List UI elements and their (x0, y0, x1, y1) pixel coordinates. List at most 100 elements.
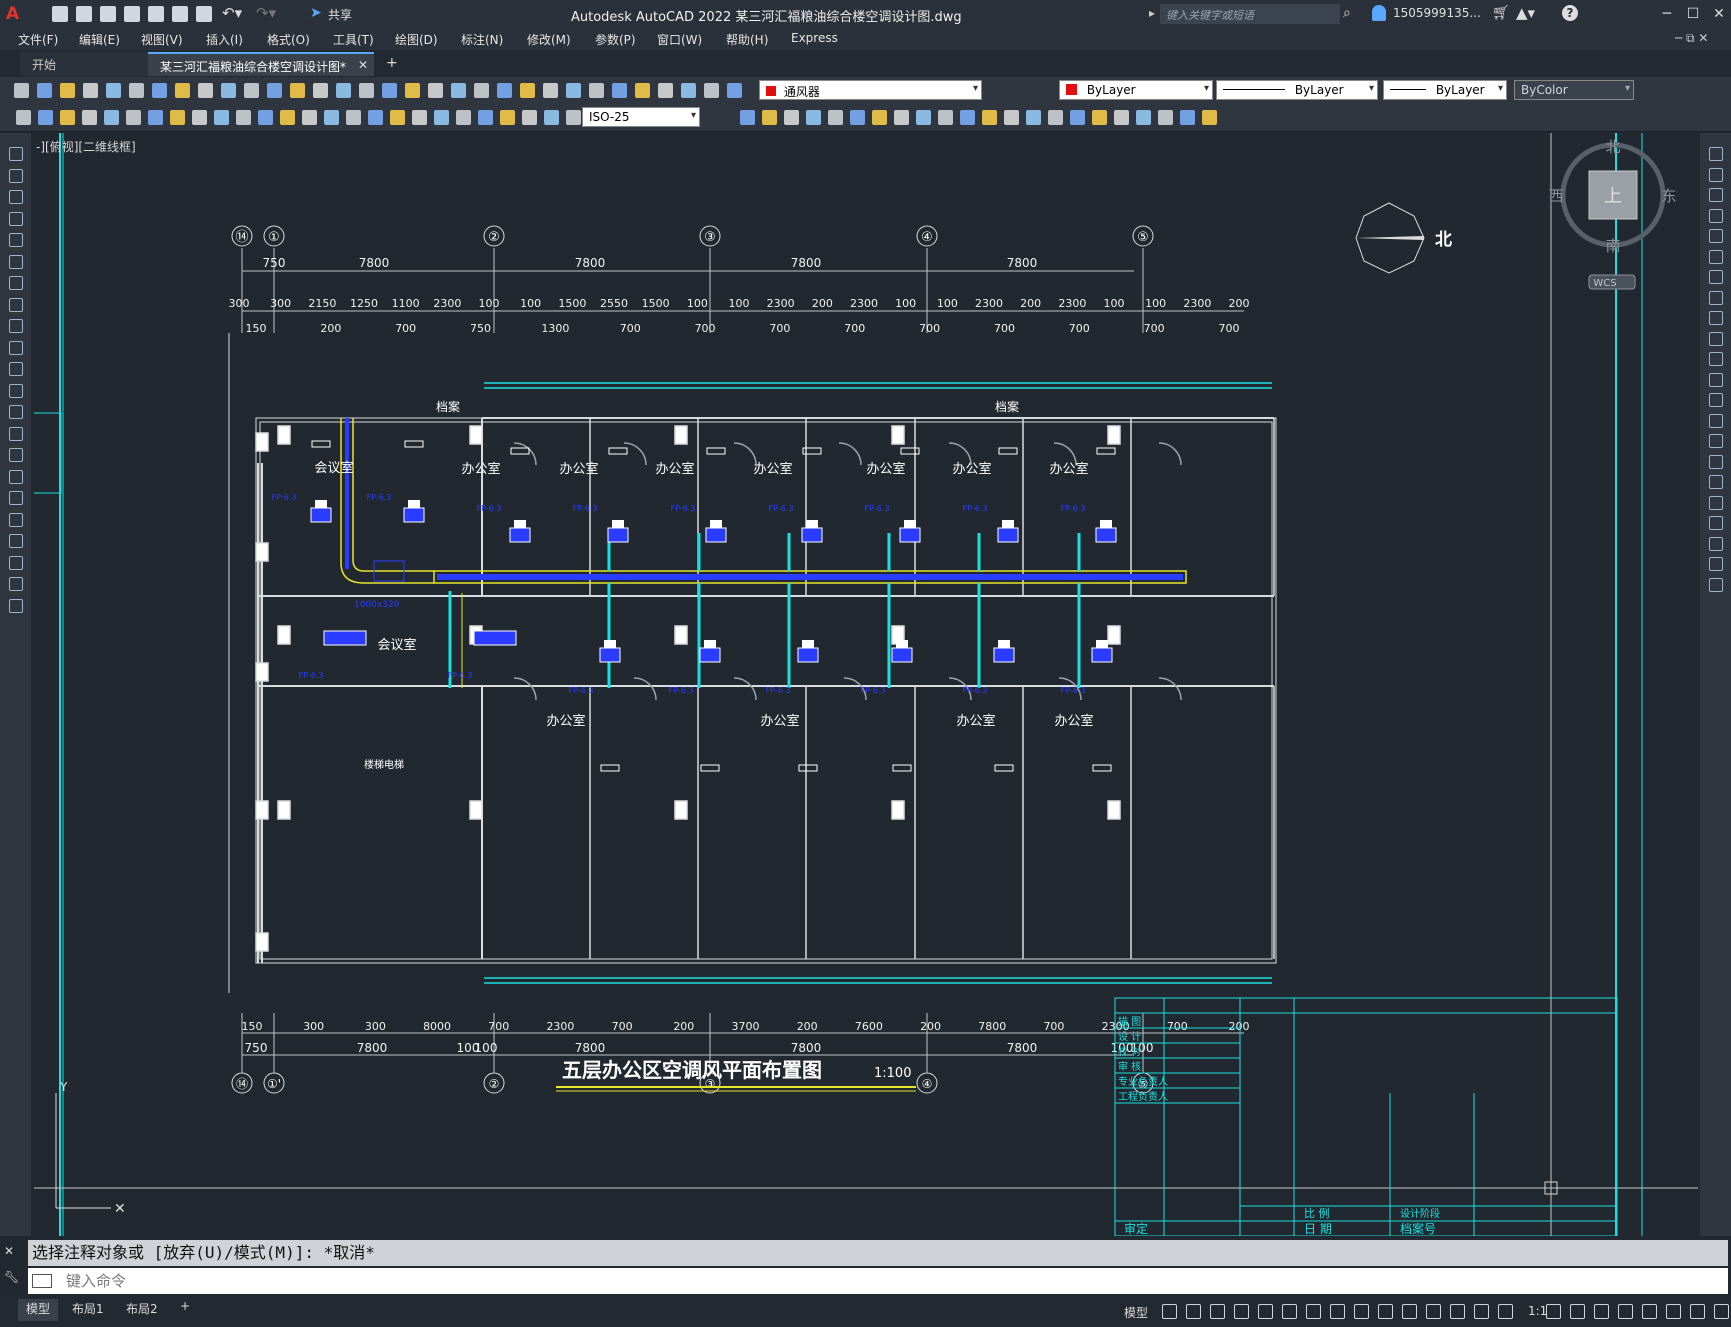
status-toggle-icon[interactable] (1450, 1304, 1465, 1319)
dimension-tool-icon[interactable] (1202, 110, 1217, 125)
dimension-tool-icon[interactable] (784, 110, 799, 125)
command-close-icon[interactable]: ✕ (4, 1244, 14, 1258)
autodesk-a360-icon[interactable]: ▲▾ (1516, 4, 1535, 22)
standard-tool-icon[interactable] (589, 83, 604, 98)
standard-tool-icon[interactable] (704, 83, 719, 98)
dimension-tool-icon[interactable] (148, 110, 163, 125)
menu-parametric[interactable]: 参数(P) (595, 31, 636, 48)
dimension-tool-icon[interactable] (16, 110, 31, 125)
new-file-icon[interactable] (52, 6, 68, 22)
status-toggle-icon[interactable] (1186, 1304, 1201, 1319)
standard-tool-icon[interactable] (37, 83, 52, 98)
undo-icon[interactable]: ↶▾ (222, 4, 242, 22)
status-toggle-icon[interactable] (1402, 1304, 1417, 1319)
dimension-tool-icon[interactable] (192, 110, 207, 125)
standard-tool-icon[interactable] (267, 83, 282, 98)
standard-tool-icon[interactable] (221, 83, 236, 98)
standard-tool-icon[interactable] (727, 83, 742, 98)
chevron-right-icon[interactable]: ▸ (1149, 6, 1155, 20)
annotation-scale[interactable]: 1:1 (1528, 1304, 1547, 1318)
modify-tool-icon[interactable] (1709, 229, 1723, 243)
standard-tool-icon[interactable] (83, 83, 98, 98)
maximize-icon[interactable]: ☐ (1680, 4, 1706, 24)
publish-icon[interactable] (148, 6, 164, 22)
dimension-tool-icon[interactable] (104, 110, 119, 125)
user-icon[interactable] (1372, 5, 1386, 21)
redo-icon[interactable]: ↷▾ (256, 4, 276, 22)
search-input[interactable]: 键入关键字或短语 (1160, 4, 1340, 24)
menu-modify[interactable]: 修改(M) (527, 31, 571, 48)
user-name[interactable]: 1505999135... (1393, 6, 1481, 20)
modify-tool-icon[interactable] (1709, 331, 1723, 346)
dimension-tool-icon[interactable] (346, 110, 361, 125)
draw-tool-icon[interactable] (9, 276, 23, 290)
standard-tool-icon[interactable] (543, 83, 558, 98)
dimension-tool-icon[interactable] (850, 110, 865, 125)
dimension-tool-icon[interactable] (214, 110, 229, 125)
status-toggle-icon[interactable] (1546, 1304, 1561, 1319)
dimension-tool-icon[interactable] (982, 110, 997, 125)
dimension-tool-icon[interactable] (1158, 110, 1173, 125)
save-icon[interactable] (100, 6, 116, 22)
standard-tool-icon[interactable] (612, 83, 627, 98)
dimension-tool-icon[interactable] (894, 110, 909, 125)
modify-tool-icon[interactable] (1709, 290, 1723, 305)
draw-tool-icon[interactable] (9, 534, 23, 548)
modify-tool-icon[interactable] (1709, 372, 1723, 387)
status-toggle-icon[interactable] (1714, 1304, 1729, 1319)
dimension-tool-icon[interactable] (916, 110, 931, 125)
modify-tool-icon[interactable] (1709, 188, 1723, 202)
menu-draw[interactable]: 绘图(D) (395, 31, 438, 48)
standard-tool-icon[interactable] (290, 83, 305, 98)
tab-start[interactable]: 开始 (20, 52, 148, 76)
save-as-icon[interactable] (124, 6, 140, 22)
dimension-tool-icon[interactable] (1136, 110, 1151, 125)
menu-express[interactable]: Express (791, 31, 838, 45)
minimize-icon[interactable]: ─ (1654, 4, 1680, 24)
standard-tool-icon[interactable] (152, 83, 167, 98)
model-space-toggle[interactable]: 模型 (1124, 1304, 1148, 1321)
linetype-select[interactable]: ByLayer ▾ (1216, 80, 1378, 100)
standard-tool-icon[interactable] (497, 83, 512, 98)
modify-tool-icon[interactable] (1709, 557, 1723, 571)
modify-tool-icon[interactable] (1709, 475, 1723, 489)
dimension-tool-icon[interactable] (544, 110, 559, 125)
standard-tool-icon[interactable] (474, 83, 489, 98)
web-icon[interactable] (172, 6, 188, 22)
standard-tool-icon[interactable] (382, 83, 397, 98)
standard-tool-icon[interactable] (244, 83, 259, 98)
dimension-tool-icon[interactable] (126, 110, 141, 125)
draw-tool-icon[interactable] (9, 147, 23, 161)
modify-tool-icon[interactable] (1709, 393, 1723, 407)
draw-tool-icon[interactable] (9, 577, 23, 591)
close-tab-icon[interactable]: ✕ (358, 58, 368, 72)
dimension-tool-icon[interactable] (302, 110, 317, 125)
status-toggle-icon[interactable] (1306, 1304, 1321, 1319)
modify-tool-icon[interactable] (1709, 434, 1723, 448)
dimension-tool-icon[interactable] (412, 110, 427, 125)
status-toggle-icon[interactable] (1570, 1304, 1585, 1319)
status-toggle-icon[interactable] (1378, 1304, 1393, 1319)
doc-window-controls[interactable]: ─ ⧉ ✕ (1675, 31, 1708, 46)
dimension-tool-icon[interactable] (522, 110, 537, 125)
draw-tool-icon[interactable] (9, 211, 23, 226)
menu-view[interactable]: 视图(V) (141, 31, 183, 48)
draw-tool-icon[interactable] (9, 448, 23, 462)
dimension-tool-icon[interactable] (82, 110, 97, 125)
draw-tool-icon[interactable] (9, 254, 23, 269)
layout-tab-layout2[interactable]: 布局2 (118, 1299, 166, 1321)
standard-tool-icon[interactable] (336, 83, 351, 98)
dimension-tool-icon[interactable] (1048, 110, 1063, 125)
modify-tool-icon[interactable] (1709, 495, 1723, 510)
standard-tool-icon[interactable] (428, 83, 443, 98)
draw-tool-icon[interactable] (9, 512, 23, 527)
dimension-tool-icon[interactable] (762, 110, 777, 125)
draw-tool-icon[interactable] (9, 297, 23, 312)
draw-tool-icon[interactable] (9, 340, 23, 355)
draw-tool-icon[interactable] (9, 362, 23, 376)
dimension-tool-icon[interactable] (60, 110, 75, 125)
cart-icon[interactable]: 🛒︎ (1492, 5, 1510, 21)
menu-dimension[interactable]: 标注(N) (461, 31, 503, 48)
modify-tool-icon[interactable] (1709, 352, 1723, 366)
dimension-tool-icon[interactable] (368, 110, 383, 125)
